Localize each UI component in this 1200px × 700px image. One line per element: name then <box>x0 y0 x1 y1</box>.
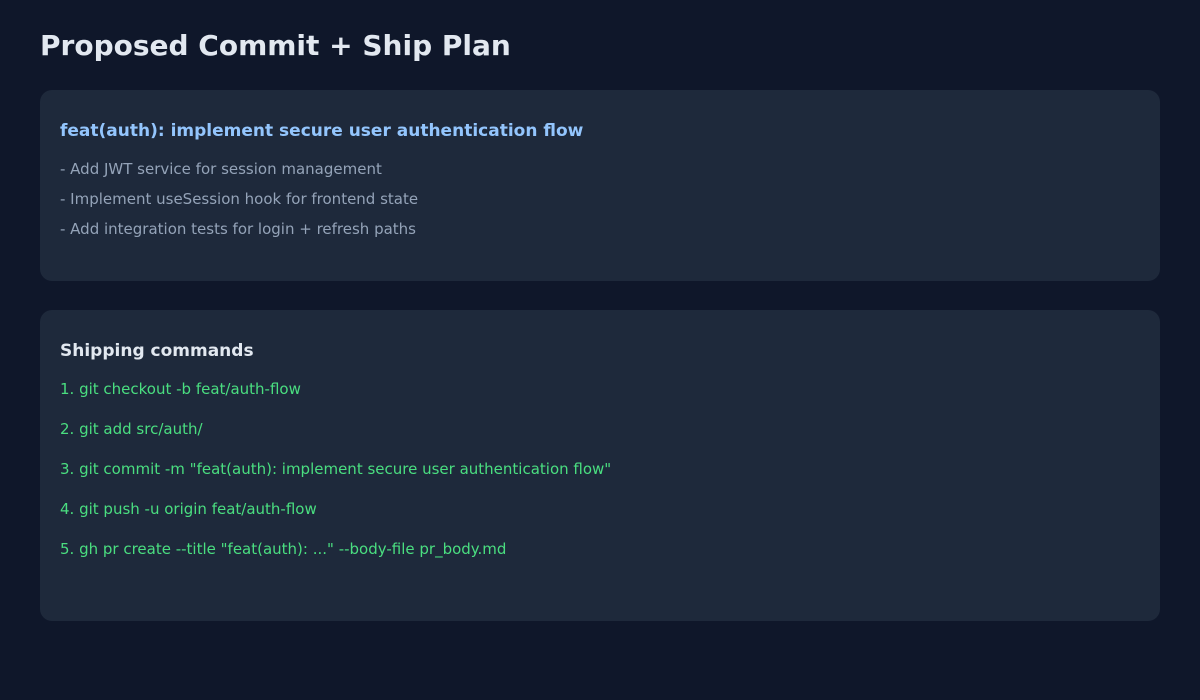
commit-body-line: - Add JWT service for session management <box>60 160 382 178</box>
command-item: 4. git push -u origin feat/auth-flow <box>60 500 317 518</box>
command-item: 2. git add src/auth/ <box>60 420 203 438</box>
commit-body-list: - Add JWT service for session management… <box>60 158 418 248</box>
commit-subject: feat(auth): implement secure user authen… <box>60 121 584 141</box>
command-item: 3. git commit -m "feat(auth): implement … <box>60 460 612 478</box>
command-item: 1. git checkout -b feat/auth-flow <box>60 380 301 398</box>
shipping-heading: Shipping commands <box>60 341 254 361</box>
shipping-commands-card: Shipping commands 1. git checkout -b fea… <box>40 310 1160 621</box>
commit-message-card: feat(auth): implement secure user authen… <box>40 90 1160 281</box>
command-item: 5. gh pr create --title "feat(auth): ...… <box>60 540 507 558</box>
page-title: Proposed Commit + Ship Plan <box>40 29 511 62</box>
commit-body-line: - Add integration tests for login + refr… <box>60 220 417 238</box>
commit-body-line: - Implement useSession hook for frontend… <box>60 190 419 208</box>
command-list: 1. git checkout -b feat/auth-flow 2. git… <box>60 378 611 578</box>
